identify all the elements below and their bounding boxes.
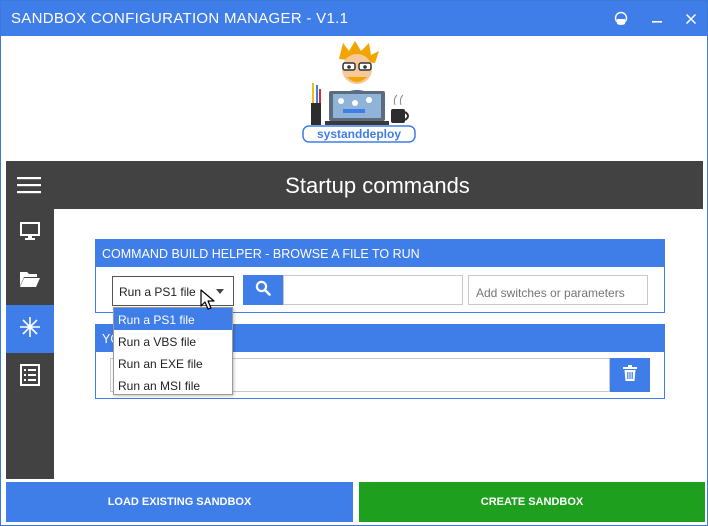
app-window: SANDBOX CONFIGURATION MANAGER - V1.1 sys…	[0, 0, 708, 526]
minimize-icon[interactable]	[647, 9, 667, 29]
page-title: Startup commands	[285, 173, 470, 198]
close-icon[interactable]	[681, 9, 701, 29]
dropdown-option[interactable]: Run an EXE file	[114, 352, 232, 374]
build-helper-title: COMMAND BUILD HELPER - BROWSE A FILE TO …	[96, 240, 664, 267]
load-existing-sandbox-button[interactable]: LOAD EXISTING SANDBOX	[6, 482, 353, 522]
systanddeploy-logo: systanddeploy	[299, 39, 419, 143]
delete-command-button[interactable]	[610, 358, 650, 392]
title-bar: SANDBOX CONFIGURATION MANAGER - V1.1	[1, 1, 707, 36]
asterisk-icon	[19, 316, 41, 343]
sidebar-item-folders[interactable]	[6, 257, 54, 305]
file-path-field[interactable]	[283, 275, 463, 305]
folder-open-icon	[19, 269, 41, 294]
help-icon[interactable]	[611, 9, 631, 29]
monitor-icon	[20, 221, 40, 246]
sidebar-item-list[interactable]	[6, 353, 54, 401]
list-icon	[20, 363, 40, 391]
window-title: SANDBOX CONFIGURATION MANAGER - V1.1	[11, 10, 349, 27]
sidebar-item-startup-commands[interactable]	[6, 305, 54, 353]
browse-file-button[interactable]	[243, 275, 283, 305]
dropdown-option[interactable]: Run a VBS file	[114, 330, 232, 352]
trash-icon	[623, 364, 637, 386]
chevron-down-icon	[216, 289, 224, 294]
create-sandbox-button[interactable]: CREATE SANDBOX	[359, 482, 705, 522]
search-icon	[255, 280, 271, 301]
dropdown-option[interactable]: Run an MSI file	[114, 374, 232, 396]
svg-text:systanddeploy: systanddeploy	[317, 127, 401, 141]
mouse-cursor-icon	[200, 289, 216, 311]
page-header: Startup commands	[6, 161, 703, 209]
dropdown-option[interactable]: Run a PS1 file	[114, 308, 232, 330]
sidebar	[6, 209, 54, 479]
parameters-field[interactable]	[468, 275, 648, 305]
file-type-selected-value: Run a PS1 file	[119, 285, 196, 299]
sidebar-item-general[interactable]	[6, 209, 54, 257]
file-type-dropdown-list: Run a PS1 file Run a VBS file Run an EXE…	[113, 307, 233, 395]
